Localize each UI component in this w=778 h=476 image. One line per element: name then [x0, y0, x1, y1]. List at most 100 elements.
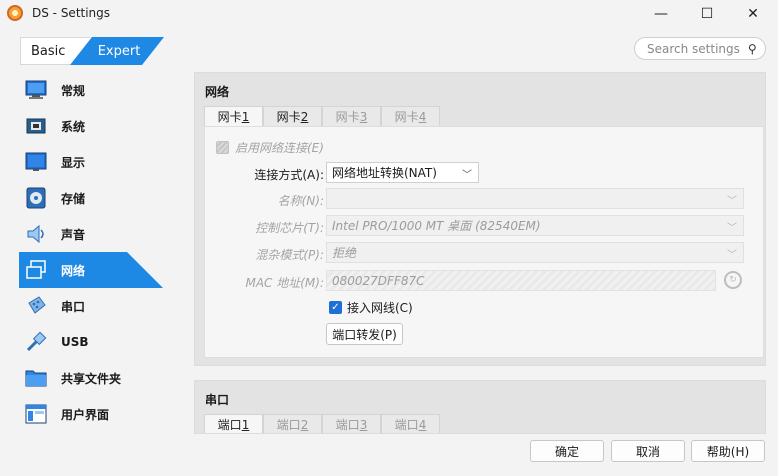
help-button[interactable]: 帮助(H) — [691, 440, 765, 462]
tab-number: 4 — [418, 417, 427, 432]
adapter-type-value: Intel PRO/1000 MT 桌面 (82540EM) — [332, 219, 541, 233]
display-icon — [25, 151, 47, 173]
serial-panel: 串口 端口 1 端口 2 端口 3 端口 4 — [194, 380, 766, 434]
cable-connected-checkbox[interactable]: ✓ — [329, 301, 342, 314]
maximize-icon: ☐ — [700, 6, 714, 22]
cable-connected-label: 接入网线(C) — [347, 301, 413, 315]
mode-switch: Basic Expert — [20, 37, 164, 65]
chevron-down-icon: ﹀ — [727, 196, 737, 207]
usb-icon — [25, 331, 47, 353]
refresh-mac-icon[interactable]: ↻ — [724, 271, 742, 289]
tab-number: 3 — [359, 109, 368, 124]
tab-port-4[interactable]: 端口 4 — [381, 414, 440, 433]
tab-number: 2 — [300, 417, 309, 432]
attached-to-select[interactable]: 网络地址转换(NAT) ﹀ — [326, 162, 479, 183]
mac-address-field[interactable]: 080027DFF87C — [326, 270, 716, 291]
network-section-title: 网络 — [205, 85, 230, 99]
sidebar: 常规 系统 显示 存储 声音 网络 串口 USB 共享文件夹 用户界面 — [19, 72, 169, 434]
sidebar-item-label: 网络 — [61, 263, 86, 278]
tab-adapter-2[interactable]: 网卡 2 — [263, 106, 322, 126]
window-title: DS - Settings — [32, 6, 111, 20]
ok-button[interactable]: 确定 — [530, 440, 604, 462]
serial-section-title: 串口 — [205, 393, 230, 407]
attached-to-label: 连接方式(A): — [254, 168, 324, 182]
network-panel: 网络 网卡 1 网卡 2 网卡 3 网卡 4 启用网络连接(E) 连接方式(A)… — [194, 72, 766, 366]
tab-number: 2 — [300, 109, 309, 124]
tab-label: 端口 — [217, 418, 242, 432]
shared-folder-icon — [25, 367, 47, 389]
port-tabs: 端口 1 端口 2 端口 3 端口 4 — [204, 414, 440, 433]
sidebar-item-storage[interactable]: 存储 — [19, 180, 163, 216]
storage-icon — [25, 187, 47, 209]
network-icon — [25, 259, 47, 281]
chevron-down-icon: ﹀ — [462, 170, 472, 181]
name-label: 名称(N): — [277, 194, 324, 208]
sidebar-item-label: 声音 — [61, 227, 86, 242]
adapter-type-select[interactable]: Intel PRO/1000 MT 桌面 (82540EM) ﹀ — [326, 215, 744, 236]
tab-label: 端口 — [394, 418, 419, 432]
port-forwarding-button[interactable]: 端口转发(P) — [326, 323, 403, 345]
tab-label: 网卡 — [217, 110, 242, 124]
sidebar-item-display[interactable]: 显示 — [19, 144, 163, 180]
tab-number: 1 — [241, 109, 250, 124]
tab-port-2[interactable]: 端口 2 — [263, 414, 322, 433]
adapter-type-label: 控制芯片(T): — [255, 221, 324, 235]
sidebar-item-label: USB — [61, 335, 89, 349]
tab-number: 1 — [241, 417, 250, 432]
promiscuous-mode-label: 混杂模式(P): — [255, 248, 324, 262]
search-icon: ⚲ — [748, 42, 757, 56]
enable-adapter-label: 启用网络连接(E) — [235, 141, 324, 155]
tab-label: 网卡 — [276, 110, 301, 124]
sidebar-item-serial[interactable]: 串口 — [19, 288, 163, 324]
enable-adapter-checkbox[interactable] — [216, 141, 229, 154]
maximize-button[interactable]: ☐ — [684, 0, 730, 28]
tab-port-3[interactable]: 端口 3 — [322, 414, 381, 433]
tab-port-1[interactable]: 端口 1 — [204, 414, 263, 433]
close-icon: ✕ — [747, 6, 759, 22]
system-icon — [25, 115, 47, 137]
sidebar-item-usb[interactable]: USB — [19, 324, 163, 360]
mac-address-label: MAC 地址(M): — [245, 276, 324, 290]
tab-label: 端口 — [276, 418, 301, 432]
sidebar-item-user-interface[interactable]: 用户界面 — [19, 396, 163, 432]
promiscuous-mode-value: 拒绝 — [332, 246, 357, 260]
sidebar-item-shared-folders[interactable]: 共享文件夹 — [19, 360, 163, 396]
close-button[interactable]: ✕ — [730, 0, 776, 28]
search-field[interactable]: Search settings ⚲ — [634, 37, 766, 60]
general-icon — [25, 79, 47, 101]
serial-icon — [25, 295, 47, 317]
sidebar-item-label: 常规 — [61, 83, 86, 98]
tab-number: 3 — [359, 417, 368, 432]
user-interface-icon — [25, 403, 47, 425]
sidebar-item-audio[interactable]: 声音 — [19, 216, 163, 252]
minimize-button[interactable]: — — [638, 0, 684, 28]
tab-label: 端口 — [335, 418, 360, 432]
minimize-icon: — — [654, 6, 668, 22]
cancel-button[interactable]: 取消 — [611, 440, 685, 462]
sidebar-item-network[interactable]: 网络 — [19, 252, 163, 288]
adapter-tabs: 网卡 1 网卡 2 网卡 3 网卡 4 — [204, 106, 440, 126]
audio-icon — [25, 223, 47, 245]
sidebar-item-label: 用户界面 — [61, 407, 110, 422]
tab-adapter-3[interactable]: 网卡 3 — [322, 106, 381, 126]
attached-to-value: 网络地址转换(NAT) — [332, 166, 437, 180]
mac-address-value: 080027DFF87C — [332, 273, 425, 288]
sidebar-item-label: 存储 — [61, 191, 86, 206]
tab-number: 4 — [418, 109, 427, 124]
chevron-down-icon: ﹀ — [727, 250, 737, 261]
app-icon — [7, 5, 23, 21]
promiscuous-mode-select[interactable]: 拒绝 ﹀ — [326, 242, 744, 263]
sidebar-item-label: 系统 — [61, 119, 86, 134]
tab-label: 网卡 — [335, 110, 360, 124]
sidebar-item-system[interactable]: 系统 — [19, 108, 163, 144]
sidebar-item-general[interactable]: 常规 — [19, 72, 163, 108]
chevron-down-icon: ﹀ — [727, 223, 737, 234]
title-bar: DS - Settings — ☐ ✕ — [0, 0, 778, 28]
tab-adapter-4[interactable]: 网卡 4 — [381, 106, 440, 126]
tab-adapter-1[interactable]: 网卡 1 — [204, 106, 263, 126]
name-select[interactable]: ﹀ — [326, 188, 744, 209]
sidebar-item-label: 显示 — [61, 155, 86, 170]
tab-label: 网卡 — [394, 110, 419, 124]
adapter-tab-body: 启用网络连接(E) 连接方式(A): 网络地址转换(NAT) ﹀ 名称(N): … — [204, 126, 764, 358]
search-placeholder: Search settings — [647, 42, 740, 56]
